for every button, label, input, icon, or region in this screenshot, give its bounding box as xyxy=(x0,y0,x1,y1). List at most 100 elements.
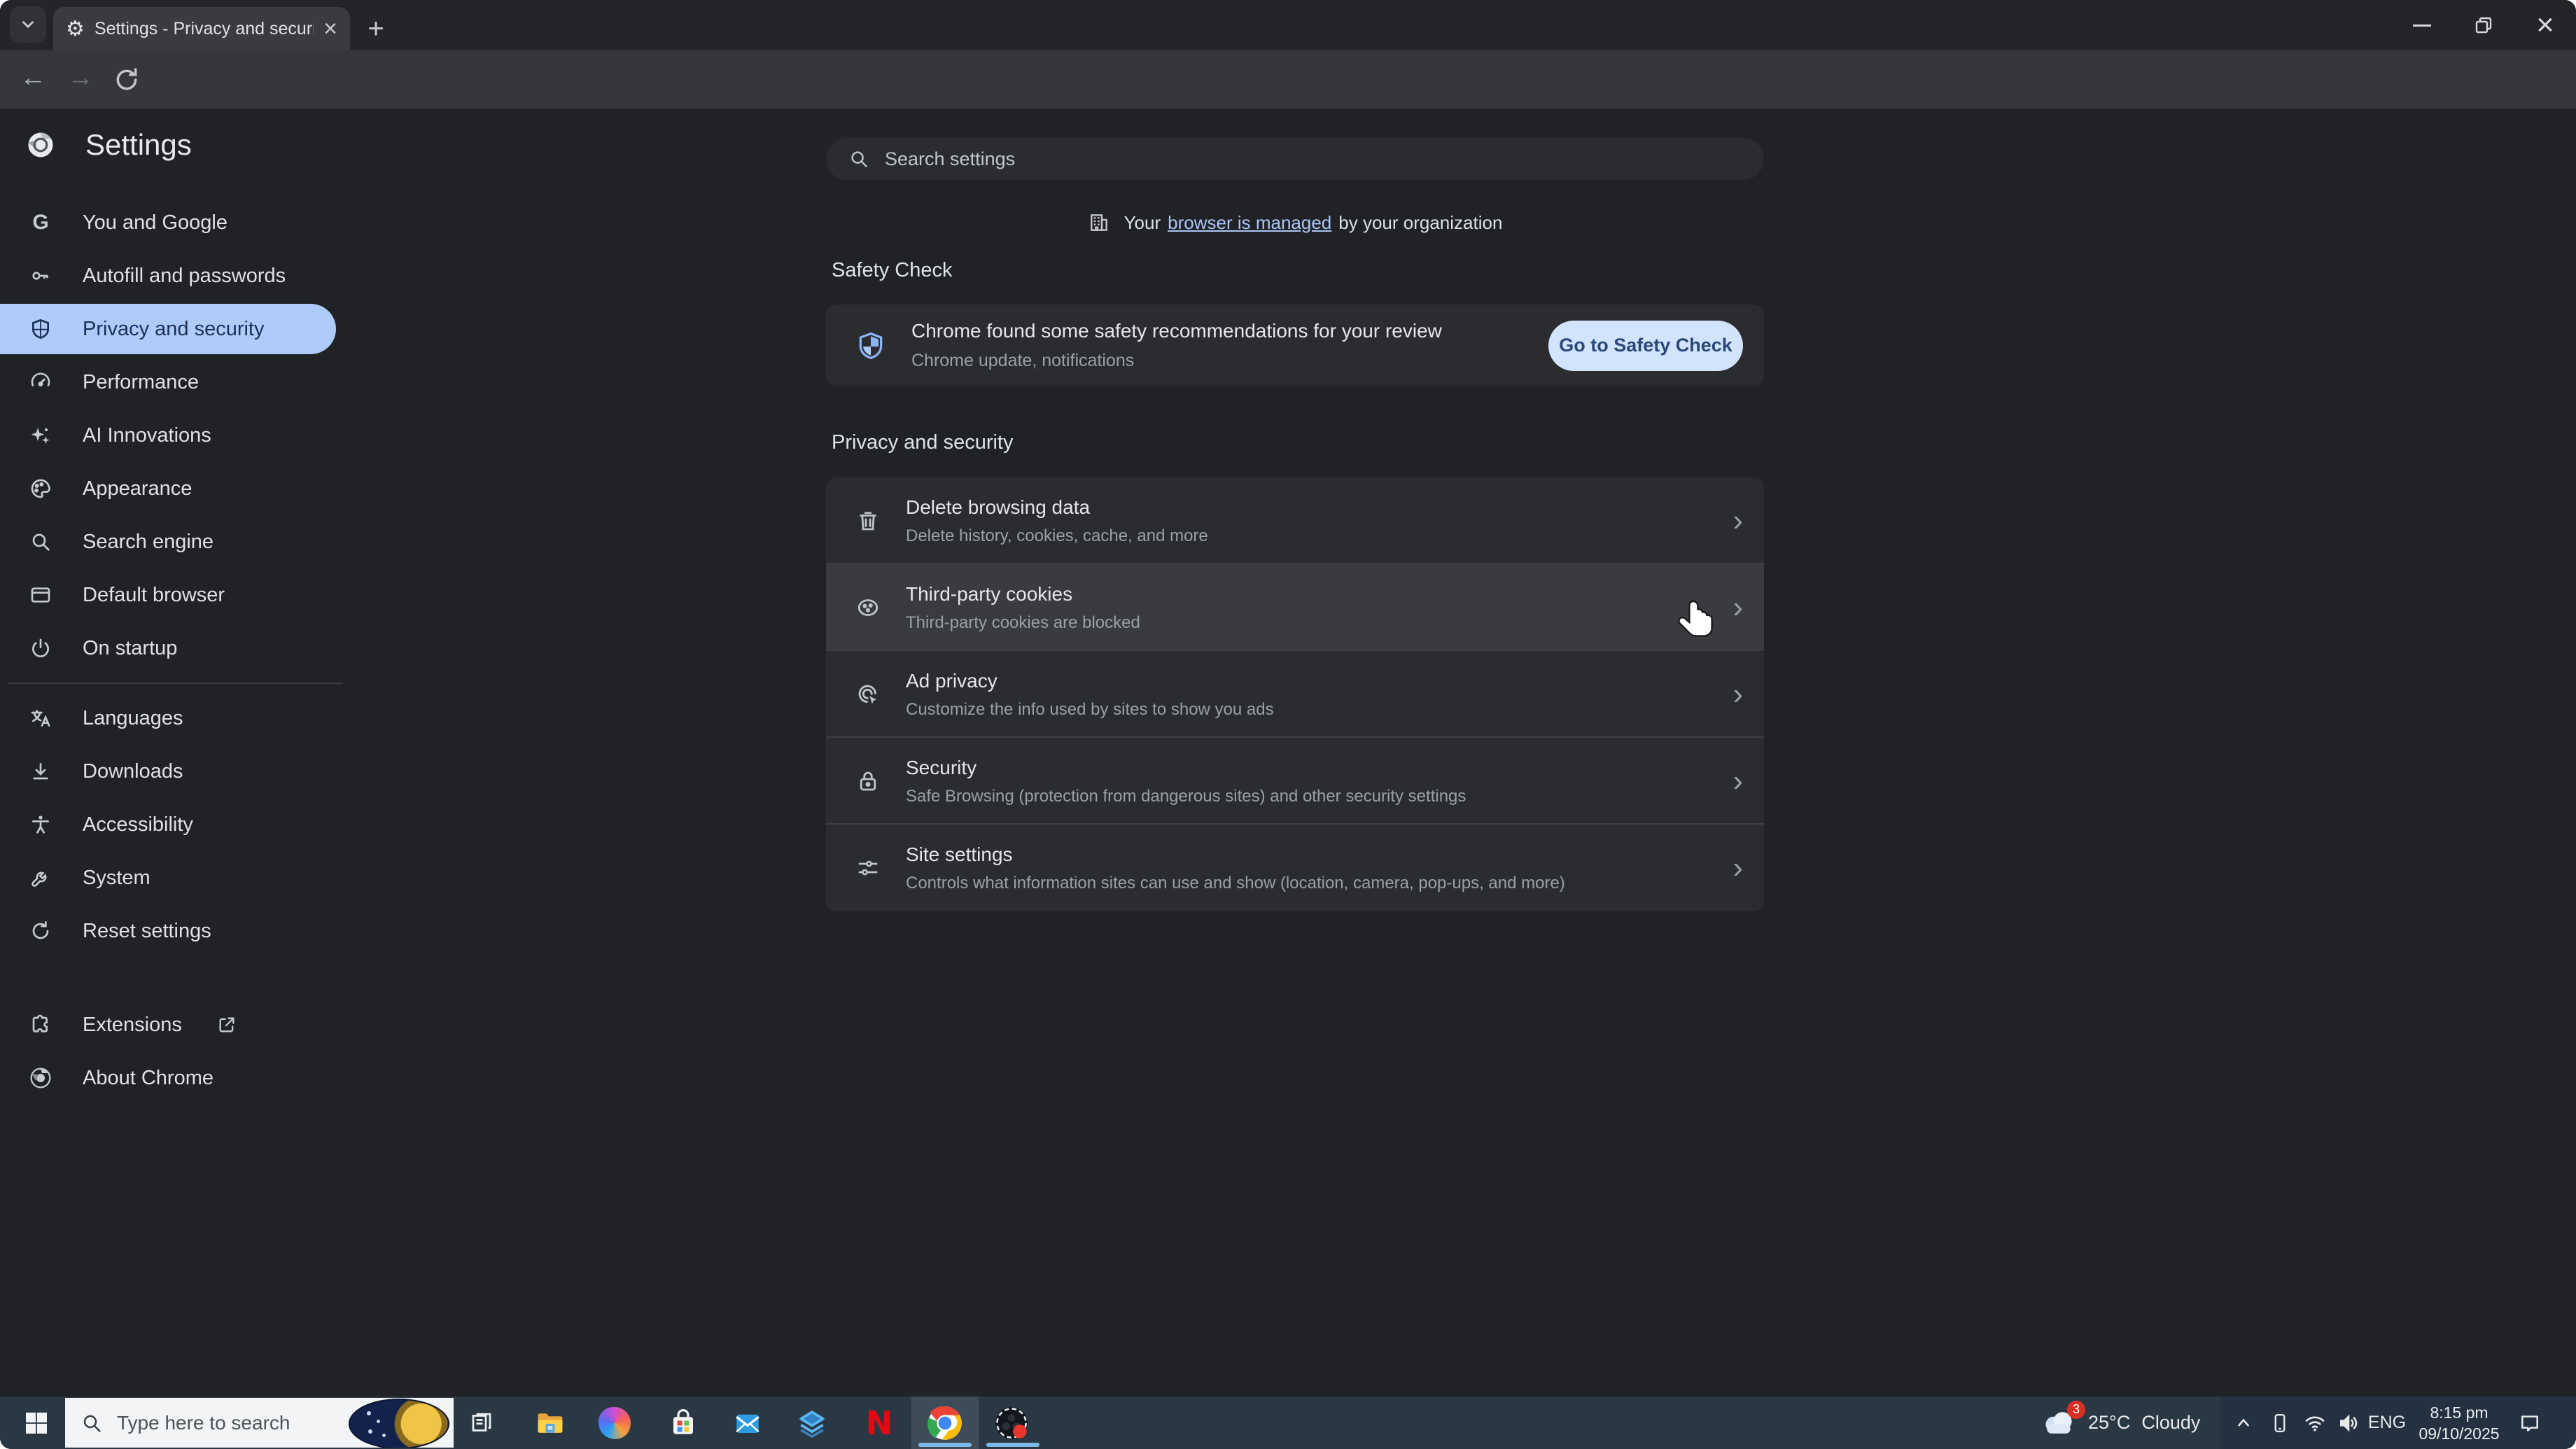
cookie-icon xyxy=(855,595,881,620)
row-security[interactable]: Security Safe Browsing (protection from … xyxy=(826,738,1764,825)
chrome-settings-logo-icon xyxy=(27,131,55,159)
sidebar-item-label: Performance xyxy=(83,371,199,394)
tab-search-button[interactable] xyxy=(10,6,46,43)
row-subtitle: Customize the info used by sites to show… xyxy=(906,700,1732,720)
sidebar-item-accessibility[interactable]: Accessibility xyxy=(0,799,336,850)
taskbar-search-box[interactable]: Type here to search xyxy=(65,1398,454,1448)
chrome-taskbar-icon[interactable] xyxy=(925,1396,965,1449)
sidebar-item-about-chrome[interactable]: About Chrome xyxy=(0,1053,336,1103)
sidebar-item-ai-innovations[interactable]: AI Innovations xyxy=(0,410,336,461)
weather-cloud-icon: 3 xyxy=(2040,1408,2077,1438)
tray-chevron-up-icon[interactable] xyxy=(2226,1396,2261,1449)
sidebar-item-reset-settings[interactable]: Reset settings xyxy=(0,906,336,956)
taskbar-search-placeholder: Type here to search xyxy=(117,1412,290,1434)
windows-taskbar: Type here to search N xyxy=(0,1396,2576,1449)
language-indicator[interactable]: ENG xyxy=(2365,1396,2409,1449)
sidebar-item-label: Downloads xyxy=(83,760,183,783)
tab-title: Settings - Privacy and security xyxy=(94,19,314,39)
palette-icon xyxy=(29,477,52,500)
sidebar-item-extensions[interactable]: Extensions xyxy=(0,1000,336,1050)
sidebar-item-autofill[interactable]: Autofill and passwords xyxy=(0,251,336,301)
sidebar-item-downloads[interactable]: Downloads xyxy=(0,746,336,797)
file-explorer-icon[interactable] xyxy=(531,1396,570,1449)
ads-click-icon xyxy=(855,682,881,707)
sidebar-item-appearance[interactable]: Appearance xyxy=(0,463,336,514)
row-subtitle: Third-party cookies are blocked xyxy=(906,613,1732,633)
wifi-icon[interactable] xyxy=(2297,1396,2332,1449)
start-button[interactable] xyxy=(17,1396,56,1449)
minimize-icon xyxy=(2413,24,2431,27)
sidebar-item-label: Reset settings xyxy=(83,920,211,943)
chrome-running-indicator xyxy=(918,1443,972,1447)
safety-check-title: Chrome found some safety recommendations… xyxy=(911,320,1548,342)
row-delete-browsing-data[interactable]: Delete browsing data Delete history, coo… xyxy=(826,477,1764,564)
sidebar-item-label: Languages xyxy=(83,707,183,730)
sidebar-item-label: Search engine xyxy=(83,531,214,554)
row-ad-privacy[interactable]: Ad privacy Customize the info used by si… xyxy=(826,651,1764,738)
wrench-icon xyxy=(29,867,52,889)
action-center-icon[interactable] xyxy=(2510,1396,2549,1449)
sidebar-item-default-browser[interactable]: Default browser xyxy=(0,570,336,620)
sidebar-item-performance[interactable]: Performance xyxy=(0,357,336,407)
sidebar-item-search-engine[interactable]: Search engine xyxy=(0,517,336,567)
managed-link[interactable]: browser is managed xyxy=(1168,212,1331,234)
reload-icon[interactable] xyxy=(113,66,140,93)
sidebar-item-on-startup[interactable]: On startup xyxy=(0,623,336,673)
obs-running-indicator xyxy=(986,1443,1040,1447)
sidebar-item-languages[interactable]: Languages xyxy=(0,693,336,743)
sidebar-item-privacy-selected[interactable]: Privacy and security xyxy=(0,304,336,354)
netflix-icon[interactable]: N xyxy=(860,1396,899,1449)
search-placeholder: Search settings xyxy=(885,148,1015,170)
row-third-party-cookies[interactable]: Third-party cookies Third-party cookies … xyxy=(826,564,1764,651)
weather-temp: 25°C xyxy=(2088,1412,2130,1434)
weather-widget[interactable]: 3 25°C Cloudy xyxy=(2040,1396,2200,1449)
chrome-outline-icon xyxy=(29,1067,52,1089)
forward-icon[interactable]: → xyxy=(67,63,94,93)
phone-link-icon[interactable] xyxy=(2262,1396,2297,1449)
back-icon[interactable]: ← xyxy=(20,63,46,93)
sidebar-item-label: You and Google xyxy=(83,211,227,234)
weather-alert-badge: 3 xyxy=(2067,1401,2085,1419)
layers-app-icon[interactable] xyxy=(792,1396,832,1449)
browser-tab[interactable]: ⚙ Settings - Privacy and security × xyxy=(53,7,350,50)
puzzle-icon xyxy=(29,1014,52,1036)
mail-icon[interactable] xyxy=(728,1396,767,1449)
row-subtitle: Controls what information sites can use … xyxy=(906,874,1732,893)
trash-icon xyxy=(855,508,881,533)
settings-search-field[interactable]: Search settings xyxy=(826,138,1764,180)
row-title: Third-party cookies xyxy=(906,583,1732,606)
search-icon xyxy=(848,148,869,169)
desktop-screen: ⚙ Settings - Privacy and security × + × … xyxy=(0,0,2576,1449)
row-text: Security Safe Browsing (protection from … xyxy=(906,757,1732,806)
window-minimize-button[interactable] xyxy=(2402,10,2442,41)
obs-icon[interactable] xyxy=(992,1396,1031,1449)
shield-icon xyxy=(29,318,52,340)
copilot-pinwheel-icon[interactable] xyxy=(595,1396,634,1449)
sidebar-item-system[interactable]: System xyxy=(0,853,336,903)
sparkle-icon xyxy=(29,424,52,447)
key-icon xyxy=(29,265,52,287)
privacy-settings-list: Delete browsing data Delete history, coo… xyxy=(826,477,1764,911)
sidebar-item-label: On startup xyxy=(83,637,177,660)
search-highlight-image[interactable] xyxy=(349,1399,449,1448)
go-to-safety-check-button[interactable]: Go to Safety Check xyxy=(1548,321,1743,371)
search-icon xyxy=(80,1412,103,1434)
window-restore-button[interactable] xyxy=(2464,10,2503,41)
tab-close-icon[interactable]: × xyxy=(323,17,337,41)
new-tab-button[interactable]: + xyxy=(360,13,392,45)
sidebar-item-you-and-google[interactable]: G You and Google xyxy=(0,197,336,248)
search-icon xyxy=(29,531,52,553)
volume-icon[interactable] xyxy=(2331,1396,2366,1449)
power-icon xyxy=(29,637,52,659)
safety-check-text: Chrome found some safety recommendations… xyxy=(911,320,1548,371)
clock-widget[interactable]: 8:15 pm 09/10/2025 xyxy=(2414,1396,2505,1449)
microsoft-store-icon[interactable] xyxy=(664,1396,703,1449)
translate-icon xyxy=(29,707,52,729)
sidebar-item-label: System xyxy=(83,867,150,890)
row-site-settings[interactable]: Site settings Controls what information … xyxy=(826,825,1764,911)
window-close-button[interactable]: × xyxy=(2526,10,2565,41)
page-title: Settings xyxy=(85,128,192,162)
task-view-button[interactable] xyxy=(462,1396,501,1449)
sidebar-divider xyxy=(8,682,343,684)
lock-icon xyxy=(855,769,881,794)
